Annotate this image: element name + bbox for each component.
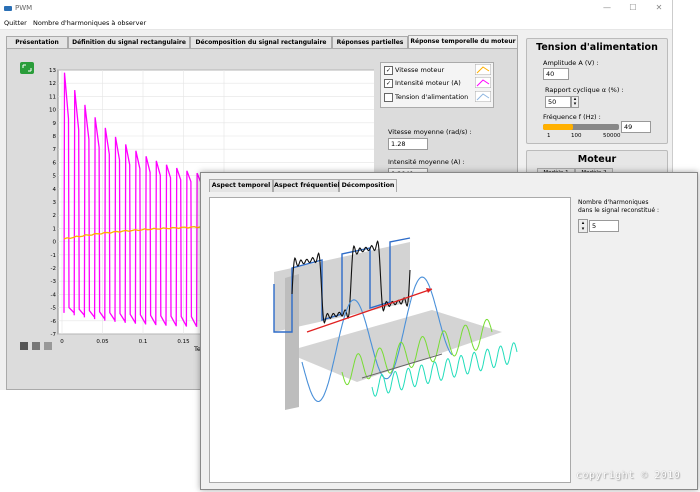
amplitude-label: Amplitude A (V) :: [543, 59, 599, 67]
window-title: PWM: [15, 4, 33, 12]
zoom-fit-icon[interactable]: [20, 62, 34, 74]
y-tick-label: 9: [53, 121, 57, 127]
tab-decomposition-3d[interactable]: Décomposition: [339, 179, 397, 192]
y-tick-label: 5: [53, 174, 57, 180]
vitesse-moyenne-value: 1.28: [388, 138, 428, 150]
zoom-tool-icon[interactable]: [32, 342, 40, 350]
amplitude-input[interactable]: 40: [543, 68, 569, 80]
y-tick-label: 2: [53, 213, 57, 219]
cursor-tool-icon[interactable]: [20, 342, 28, 350]
y-tick-label: 12: [49, 81, 56, 87]
pan-tool-icon[interactable]: [44, 342, 52, 350]
vitesse-moyenne-label: Vitesse moyenne (rad/s) :: [388, 128, 472, 136]
legend-vitesse-label: Vitesse moteur: [395, 66, 445, 74]
y-tick-label: 0: [53, 240, 57, 246]
y-tick-label: -7: [51, 332, 57, 338]
tab-reponse-temporelle[interactable]: Réponse temporelle du moteur: [408, 35, 518, 49]
supply-panel: Tension d'alimentation Amplitude A (V) :…: [526, 38, 668, 144]
maximize-icon[interactable]: ☐: [626, 2, 640, 14]
frequence-label: Fréquence f (Hz) :: [543, 113, 601, 121]
y-tick-label: -6: [51, 319, 57, 325]
y-tick-label: 4: [53, 187, 57, 193]
rapport-stepper[interactable]: ▴ ▾: [571, 96, 579, 108]
y-tick-label: 10: [49, 108, 56, 114]
y-tick-label: 1: [53, 226, 57, 232]
decomposition-window: Aspect temporel Aspect fréquentiel Décom…: [200, 172, 698, 490]
y-tick-label: -4: [51, 292, 57, 298]
harmonics-label-2: dans le signal reconstitué :: [578, 207, 659, 214]
x-tick-label: 0.15: [177, 339, 190, 345]
harmonics-input[interactable]: 5: [589, 220, 619, 232]
app-icon: [4, 6, 12, 11]
frequence-slider[interactable]: [543, 124, 619, 130]
y-tick-label: 3: [53, 200, 57, 206]
checkbox-tension[interactable]: [384, 93, 393, 102]
y-tick-label: 6: [53, 160, 57, 166]
legend-tension-label: Tension d'alimentation: [395, 93, 469, 101]
slider-tick-1: 1: [547, 133, 551, 139]
frequence-slider-fill: [543, 124, 574, 130]
x-tick-label: 0.05: [96, 339, 109, 345]
y-tick-label: -5: [51, 306, 57, 312]
minimize-icon[interactable]: —: [600, 2, 614, 14]
x-tick-label: 0.1: [139, 339, 148, 345]
legend-intensite-swatch: [475, 77, 491, 88]
y-tick-label: 7: [53, 147, 57, 153]
y-tick-label: -3: [51, 279, 57, 285]
decomposition-3d-view: [209, 197, 571, 483]
harmonics-label-1: Nombre d'harmoniques: [578, 199, 649, 206]
menu-harmoniques[interactable]: Nombre d'harmoniques à observer: [33, 19, 146, 27]
y-tick-label: -2: [51, 266, 56, 272]
rapport-cyclique-label: Rapport cyclique α (%) :: [545, 86, 624, 94]
slider-tick-100: 100: [571, 133, 582, 139]
checkbox-vitesse[interactable]: ✓: [384, 66, 393, 75]
copyright-watermark: copyright © 2010: [576, 470, 681, 481]
title-bar: PWM — ☐ ✕: [0, 0, 672, 17]
frequence-input[interactable]: 49: [621, 121, 651, 133]
legend-vitesse-swatch: [475, 64, 491, 75]
y-tick-label: -1: [51, 253, 56, 259]
tab-aspect-temporel[interactable]: Aspect temporel: [209, 179, 273, 192]
main-tabs: Présentation Définition du signal rectan…: [6, 35, 518, 49]
x-tick-label: 0: [60, 339, 64, 345]
close-icon[interactable]: ✕: [652, 2, 666, 14]
y-tick-label: 13: [49, 68, 56, 74]
motor-title: Moteur: [577, 154, 617, 165]
harmonics-stepper[interactable]: ▴ ▾: [578, 219, 588, 233]
y-tick-label: 11: [49, 94, 56, 100]
legend-tension-swatch: [475, 91, 491, 102]
checkbox-intensite[interactable]: ✓: [384, 79, 393, 88]
supply-title: Tension d'alimentation: [536, 42, 658, 53]
slider-tick-50000: 50000: [603, 133, 621, 139]
menu-quitter[interactable]: Quitter: [4, 19, 27, 27]
rapport-cyclique-input[interactable]: 50: [545, 96, 571, 108]
legend-intensite-label: Intensité moteur (A): [395, 79, 461, 87]
chart-legend: ✓ Vitesse moteur ✓ Intensité moteur (A) …: [380, 62, 494, 108]
intensite-moyenne-label: Intensité moyenne (A) :: [388, 158, 465, 166]
tab-aspect-frequentiel[interactable]: Aspect fréquentiel: [273, 179, 340, 192]
y-tick-label: 8: [53, 134, 57, 140]
menu-bar: Quitter Nombre d'harmoniques à observer: [0, 17, 672, 30]
